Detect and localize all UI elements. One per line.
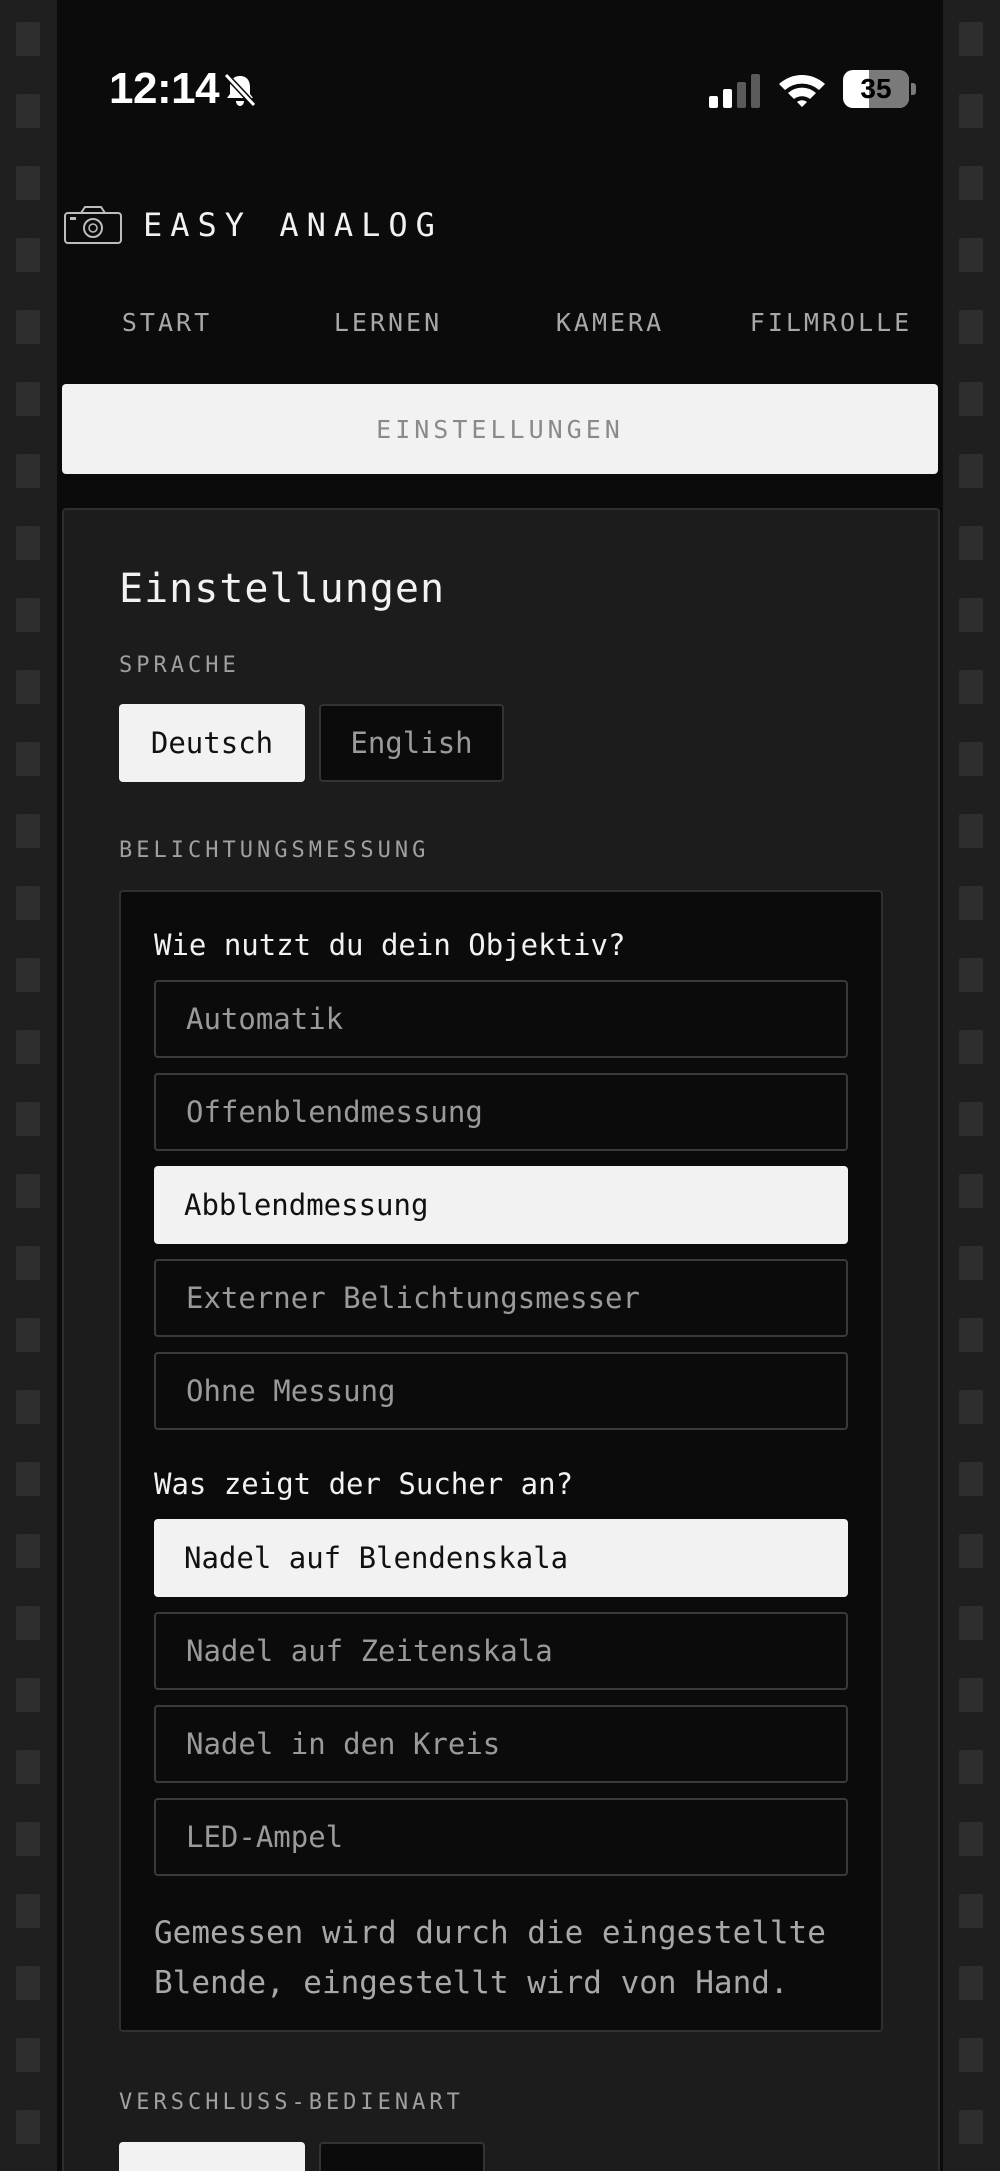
battery-level: 35 <box>860 73 892 104</box>
metering-description: Gemessen wird durch die eingestellte Ble… <box>154 1915 826 2001</box>
nav-filmrolle[interactable]: FILMROLLE <box>731 308 931 337</box>
shutter-label: VERSCHLUSS-BEDIENART <box>119 2090 464 2115</box>
viewfinder-option-led[interactable]: LED-Ampel <box>154 1798 848 1876</box>
wifi-icon <box>779 75 825 107</box>
lens-option-offenblend[interactable]: Offenblendmessung <box>154 1073 848 1151</box>
nav-start[interactable]: START <box>67 308 267 337</box>
nav-lernen[interactable]: LERNEN <box>288 308 488 337</box>
nav-kamera[interactable]: KAMERA <box>510 308 710 337</box>
app-title: EASY ANALOG <box>143 206 443 244</box>
settings-card: Einstellungen SPRACHE Deutsch English BE… <box>62 508 940 2171</box>
viewfinder-option-kreis[interactable]: Nadel in den Kreis <box>154 1705 848 1783</box>
camera-icon <box>64 206 122 244</box>
viewfinder-question: Was zeigt der Sucher an? <box>154 1467 574 1501</box>
lens-option-abblend[interactable]: Abblendmessung <box>154 1166 848 1244</box>
lens-option-extern[interactable]: Externer Belichtungsmesser <box>154 1259 848 1337</box>
lens-question: Wie nutzt du dein Objektiv? <box>154 928 626 962</box>
language-deutsch-button[interactable]: Deutsch <box>119 704 305 782</box>
cellular-signal-icon <box>709 74 760 108</box>
lens-option-ohne[interactable]: Ohne Messung <box>154 1352 848 1430</box>
viewfinder-option-blendenskala[interactable]: Nadel auf Blendenskala <box>154 1519 848 1597</box>
viewfinder-option-zeitenskala[interactable]: Nadel auf Zeitenskala <box>154 1612 848 1690</box>
film-strip-left <box>0 0 57 2171</box>
bell-muted-icon <box>223 72 257 108</box>
status-time: 12:14 <box>109 64 220 113</box>
lens-option-automatik[interactable]: Automatik <box>154 980 848 1058</box>
metering-panel: Wie nutzt du dein Objektiv? Automatik Of… <box>119 890 883 2032</box>
language-label: SPRACHE <box>119 653 240 678</box>
film-strip-right <box>943 0 1000 2171</box>
shutter-option-2[interactable] <box>319 2142 485 2171</box>
app-screen: 12:14 35 EASY ANALOG START LERNEN KAMERA… <box>57 0 943 2171</box>
nav-einstellungen[interactable]: EINSTELLUNGEN <box>62 384 938 474</box>
sprocket-holes <box>959 22 983 2171</box>
shutter-option-1[interactable] <box>119 2142 305 2171</box>
language-english-button[interactable]: English <box>319 704 504 782</box>
metering-label: BELICHTUNGSMESSUNG <box>119 838 430 863</box>
sprocket-holes <box>16 22 40 2171</box>
battery-indicator: 35 <box>843 70 916 110</box>
page-title: Einstellungen <box>119 566 446 612</box>
